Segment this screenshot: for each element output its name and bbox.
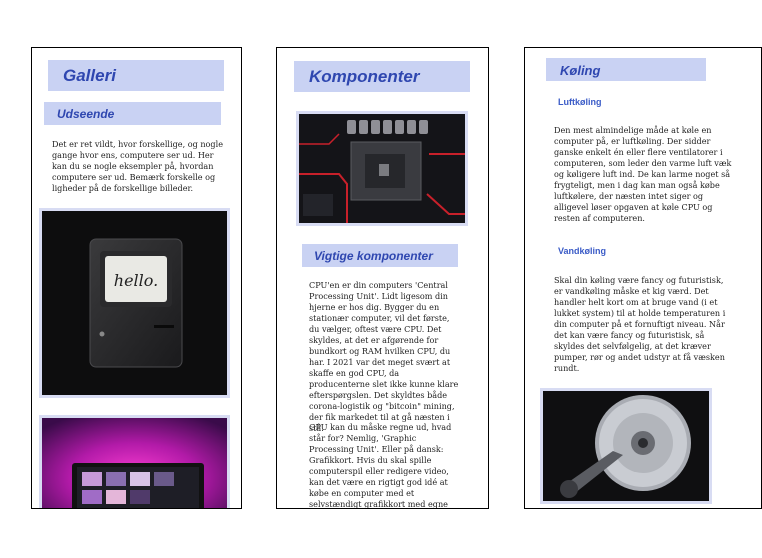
page-title: Galleri <box>63 66 116 85</box>
subheading-vandkoeling: Vandkøling <box>558 246 607 256</box>
motherboard-photo <box>296 111 468 226</box>
mac-illustration: hello. <box>42 211 227 395</box>
body-text-water: Skal din køling være fancy og futuristis… <box>554 275 726 373</box>
page-komponenter: Komponenter Vigtige komponenter CPU'en e… <box>276 47 489 509</box>
title-box: Køling <box>546 58 706 81</box>
laptop-photo <box>39 415 230 508</box>
page-galleri: Galleri Udseende Det er ret vildt, hvor … <box>31 47 242 509</box>
subtitle-box: Udseende <box>44 102 221 125</box>
page-title: Komponenter <box>309 67 420 86</box>
motherboard-illustration <box>299 114 465 223</box>
section-heading: Vigtige komponenter <box>314 249 433 263</box>
hello-text: hello. <box>114 271 158 290</box>
body-text-cpu: CPU'en er din computers 'Central Process… <box>309 280 459 433</box>
section-heading: Udseende <box>57 107 115 121</box>
page-title: Køling <box>560 63 601 78</box>
title-box: Komponenter <box>294 61 470 92</box>
body-text-air: Den mest almindelige måde at køle en com… <box>554 125 732 223</box>
body-text-gpu: GPU kan du måske regne ud, hvad står for… <box>309 422 452 509</box>
page-koeling: Køling Luftkøling Den mest almindelige m… <box>524 47 762 509</box>
retro-mac-photo: hello. <box>39 208 230 398</box>
harddrive-photo <box>540 388 712 504</box>
body-text: Det er ret vildt, hvor forskellige, og n… <box>52 139 223 193</box>
harddrive-illustration <box>543 391 709 501</box>
laptop-illustration <box>42 418 227 508</box>
title-box: Galleri <box>48 60 224 91</box>
subtitle-box: Vigtige komponenter <box>302 244 458 267</box>
subheading-luftkoeling: Luftkøling <box>558 97 602 107</box>
